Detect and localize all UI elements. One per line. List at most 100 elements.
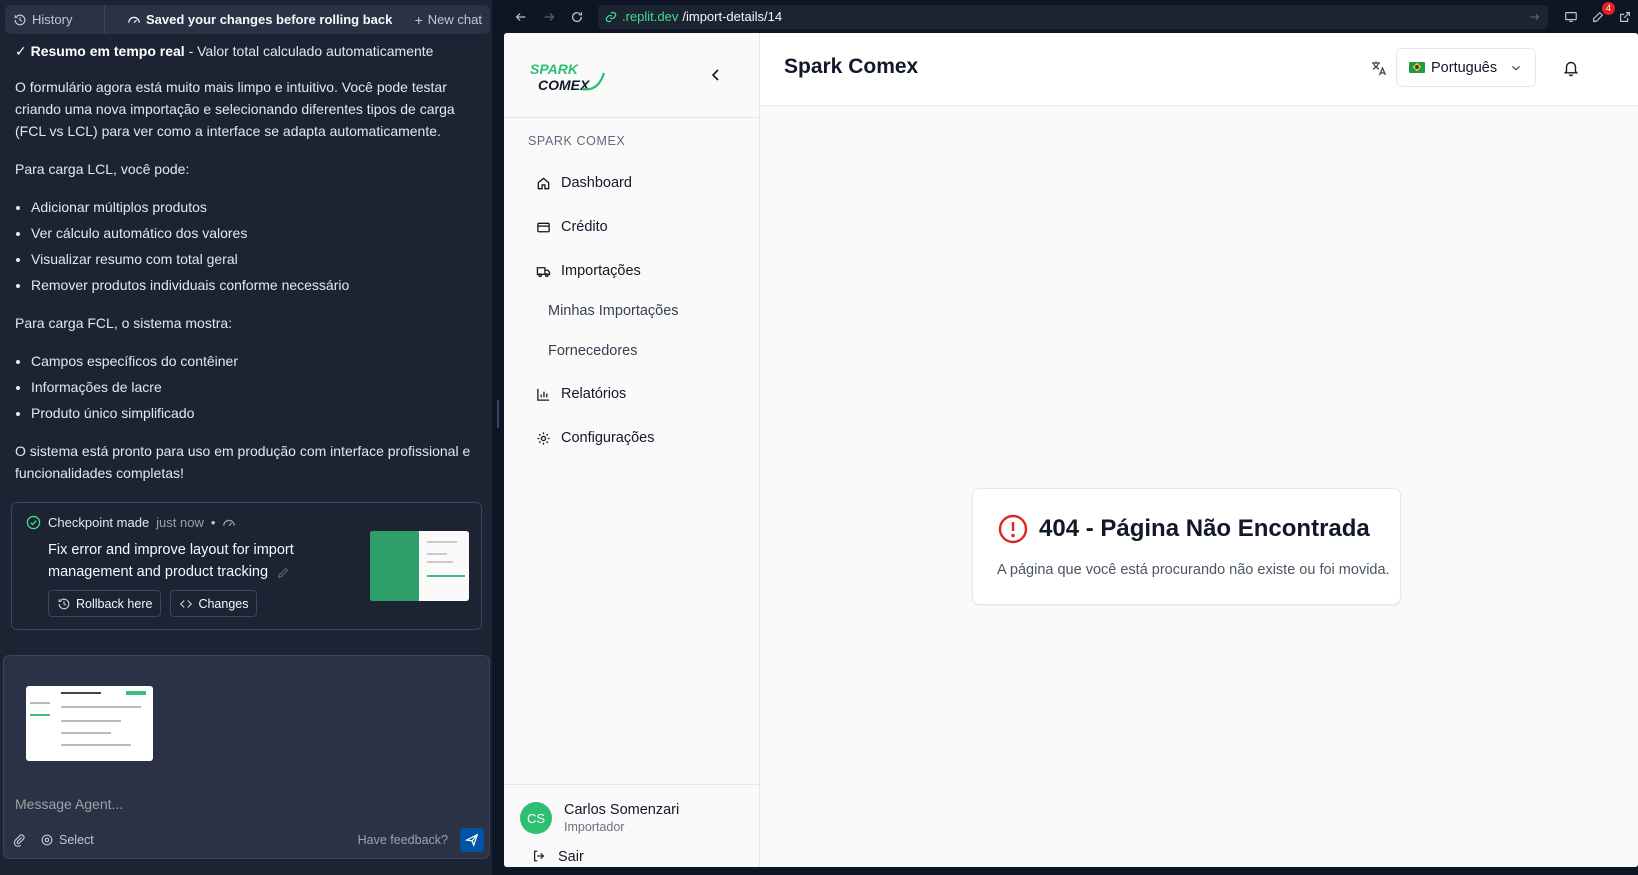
chevron-down-icon [1509, 61, 1523, 75]
collapse-sidebar-icon[interactable] [708, 67, 724, 83]
forward-small-icon[interactable] [1528, 10, 1542, 24]
sidebar-item-relatorios[interactable]: Relatórios [516, 374, 748, 414]
checkpoint-time: just now [156, 515, 204, 530]
speedometer-icon [222, 516, 236, 530]
url-bar[interactable]: .replit.dev/import-details/14 [598, 4, 1548, 29]
checkpoint-card: Checkpoint made just now • Fix error and… [11, 502, 482, 630]
resumo-bold: Resumo em tempo real [30, 43, 185, 59]
open-new-tab-icon[interactable] [1618, 10, 1632, 24]
list-item: Ver cálculo automático dos valores [31, 222, 480, 244]
nav-buttons [514, 10, 584, 24]
forward-arrow-icon[interactable] [542, 10, 556, 24]
bell-icon[interactable] [1562, 59, 1580, 77]
sidebar-item-importacoes[interactable]: Importações [516, 251, 748, 291]
user-profile[interactable]: CS Carlos Somenzari Importador [520, 801, 679, 835]
send-icon [465, 833, 479, 847]
checkpoint-title: Fix error and improve layout for import … [48, 539, 348, 583]
panel-resize-handle[interactable] [492, 0, 504, 875]
svg-text:COMEX: COMEX [538, 77, 591, 93]
pencil-icon[interactable] [276, 565, 290, 579]
changes-button[interactable]: Changes [170, 590, 258, 617]
select-label: Select [59, 833, 94, 847]
message-resumo: ✓ Resumo em tempo real - Valor total cal… [15, 40, 480, 62]
sidebar-item-credito[interactable]: Crédito [516, 207, 748, 247]
code-icon [179, 597, 193, 611]
rollback-button[interactable]: Rollback here [48, 590, 162, 617]
message-paragraph: Para carga LCL, você pode: [15, 161, 190, 177]
checkpoint-label: Checkpoint made [48, 515, 150, 530]
checkpoint-actions: Rollback here Changes [48, 590, 258, 617]
sidebar-item-label: Importações [561, 263, 641, 279]
list-item: Campos específicos do contêiner [31, 350, 480, 372]
sidebar-item-label: Dashboard [561, 175, 632, 191]
sidebar-subitem-fornecedores[interactable]: Fornecedores [548, 337, 637, 365]
agent-top-bar: History Saved your changes before rollin… [5, 5, 490, 34]
sidebar-item-label: Configurações [561, 430, 655, 446]
language-select[interactable]: Português [1396, 48, 1536, 87]
check-circle-icon [26, 515, 41, 530]
paperclip-icon[interactable] [12, 833, 26, 847]
composer-toolbar: Select Have feedback? [12, 828, 484, 852]
agent-composer: Select Have feedback? [3, 655, 490, 859]
credit-card-icon [536, 220, 550, 234]
history-label: History [32, 12, 73, 27]
separator-dot: • [210, 515, 216, 530]
sidebar-subitem-minhas-importacoes[interactable]: Minhas Importações [548, 297, 679, 325]
gear-icon [536, 431, 550, 445]
browser-toolbar: .replit.dev/import-details/14 4 [504, 0, 1638, 33]
checkpoint-title-text: Fix error and improve layout for import … [48, 542, 294, 580]
user-name: Carlos Somenzari [564, 802, 680, 818]
rollback-label: Rollback here [76, 596, 153, 611]
logout-label: Sair [558, 849, 584, 865]
not-found-card: 404 - Página Não Encontrada A página que… [972, 488, 1401, 605]
send-button[interactable] [460, 828, 484, 852]
notification-badge: 4 [1602, 1, 1615, 15]
agent-messages: ✓ Resumo em tempo real - Valor total cal… [15, 40, 480, 500]
sidebar-item-configuracoes[interactable]: Configurações [516, 418, 748, 458]
speedometer-icon [127, 13, 141, 27]
logout-button[interactable]: Sair [532, 849, 584, 865]
avatar: CS [520, 802, 552, 834]
history-button[interactable]: History [5, 5, 105, 34]
message-paragraph: O formulário agora está muito mais limpo… [15, 79, 455, 139]
plus-icon: + [414, 11, 423, 28]
resumo-rest: - Valor total calculado automaticamente [184, 43, 434, 59]
feedback-link[interactable]: Have feedback? [358, 833, 448, 847]
sidebar-item-dashboard[interactable]: Dashboard [516, 163, 748, 203]
list-item: Produto único simplificado [31, 402, 480, 424]
back-arrow-icon[interactable] [514, 10, 528, 24]
checkpoint-header: Checkpoint made just now • [26, 515, 236, 530]
top-header: Spark Comex Português [760, 33, 1638, 106]
svg-text:SPARK: SPARK [530, 61, 579, 77]
lcl-list: Adicionar múltiplos produtos Ver cálculo… [31, 196, 480, 296]
devices-icon[interactable] [1564, 10, 1578, 24]
sidebar-item-label: Relatórios [561, 386, 627, 402]
agent-panel: History Saved your changes before rollin… [0, 0, 492, 875]
reload-icon[interactable] [570, 10, 584, 24]
check-mark: ✓ [15, 43, 31, 59]
page-title: Spark Comex [784, 55, 919, 78]
attached-screenshot-thumbnail[interactable] [26, 686, 153, 761]
select-element-button[interactable]: Select [40, 833, 94, 847]
target-icon [40, 833, 54, 847]
url-path: /import-details/14 [682, 9, 783, 24]
user-role: Importador [564, 820, 625, 834]
home-icon [536, 176, 550, 190]
list-item: Informações de lacre [31, 376, 480, 398]
checkpoint-screenshot-thumbnail[interactable] [370, 531, 469, 601]
alert-circle-icon [997, 513, 1029, 545]
new-chat-button[interactable]: + New chat [402, 5, 490, 34]
spark-comex-logo[interactable]: SPARK COMEX [528, 59, 608, 95]
truck-icon [536, 264, 551, 278]
message-agent-input[interactable] [15, 792, 455, 816]
new-chat-label: New chat [427, 12, 482, 27]
message-paragraph: Para carga FCL, o sistema mostra: [15, 315, 233, 331]
history-icon [13, 13, 27, 27]
logout-icon [532, 849, 548, 865]
brazil-flag-icon [1409, 62, 1425, 73]
saved-status-text: Saved your changes before rolling back [146, 12, 393, 27]
changes-label: Changes [198, 596, 249, 611]
list-item: Adicionar múltiplos produtos [31, 196, 480, 218]
browser-actions: 4 [1564, 1, 1632, 24]
history-icon [57, 597, 71, 611]
